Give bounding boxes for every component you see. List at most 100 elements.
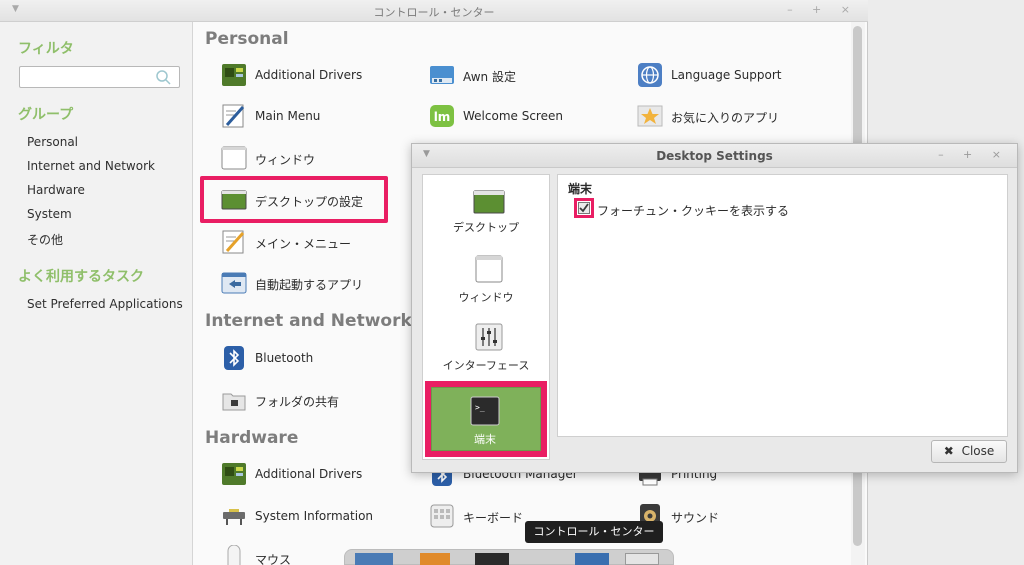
fortune-checkbox[interactable] [574,198,594,218]
filter-search-input[interactable] [19,66,180,88]
terminal-icon: >_ [470,396,500,426]
item-label: Bluetooth [255,351,314,365]
item-label: メイン・メニュー [255,237,352,251]
item-label: Awn 設定 [463,70,516,84]
item-autostart[interactable]: 自動起動するアプリ [221,270,401,298]
dock-app-icon[interactable] [475,553,509,565]
window-icon [221,146,247,170]
globe-icon [638,63,662,87]
section-personal: Personal [205,29,289,49]
item-folder-share[interactable]: フォルダの共有 [221,387,401,415]
item-window[interactable]: ウィンドウ [221,145,401,173]
dock-tooltip: コントロール・センター [525,521,663,543]
sidebar-item-other[interactable]: その他 [27,231,63,248]
svg-text:lm: lm [434,110,451,124]
search-icon [156,70,171,85]
sidebar-item-internet[interactable]: Internet and Network [27,159,155,173]
dock-app-icon[interactable] [625,553,659,565]
item-label: Main Menu [255,109,321,123]
dialog-item-desktop[interactable]: デスクトップ [423,175,549,241]
panel-heading: 端末 [568,182,593,196]
item-hw-additional-drivers[interactable]: Additional Drivers [221,461,401,489]
item-additional-drivers[interactable]: Additional Drivers [221,62,401,90]
item-welcome-screen[interactable]: lm Welcome Screen [429,103,609,131]
section-hardware: Hardware [205,428,299,448]
item-awn-settings[interactable]: Awn 設定 [429,62,609,90]
item-label: デスクトップの設定 [255,195,364,209]
mouse-icon [227,545,241,565]
svg-text:>_: >_ [475,403,485,412]
sidebar-item-personal[interactable]: Personal [27,135,78,149]
item-label: Additional Drivers [255,467,363,481]
group-heading: グループ [18,107,74,123]
item-bluetooth[interactable]: Bluetooth [221,345,401,373]
window-icon [475,255,503,283]
item-system-information[interactable]: System Information [221,503,401,531]
dialog-item-label: インターフェース [442,359,530,372]
dialog-item-window[interactable]: ウィンドウ [423,245,549,311]
dialog-item-terminal-selected[interactable]: >_ 端末 [425,381,547,457]
dialog-item-label: デスクトップ [453,221,519,234]
item-label: 自動起動するアプリ [255,278,364,292]
item-label: ウィンドウ [255,153,316,167]
item-label: Welcome Screen [463,109,563,123]
checkmark-icon [579,203,589,213]
item-label: サウンド [671,511,720,525]
desktop-icon [473,190,505,214]
bluetooth-icon [224,346,244,370]
item-label: Language Support [671,68,782,82]
dialog-terminal-panel: 端末 フォーチュン・クッキーを表示する [557,174,1008,437]
sliders-icon [475,323,503,351]
system-info-icon [223,509,245,525]
item-language-support[interactable]: Language Support [637,62,837,90]
autostart-icon [221,272,247,294]
window-titlebar: ▼ コントロール・センター – + × [0,0,868,22]
item-main-menu[interactable]: Main Menu [221,103,401,131]
task-set-preferred-apps[interactable]: Set Preferred Applications [27,297,183,311]
desktop-icon [221,190,247,210]
desktop-settings-dialog: ▼ Desktop Settings – + × デスクトップ ウィンドウ イン… [411,143,1018,473]
filter-heading: フィルタ [18,41,74,57]
section-internet: Internet and Network [205,311,412,331]
item-label: マウス [255,553,292,565]
folder-icon [222,393,246,411]
sidebar: フィルタ グループ Personal Internet and Network … [0,22,193,565]
dialog-item-label: 端末 [474,433,496,446]
item-favorite-apps[interactable]: お気に入りのアプリ [637,103,837,131]
dock-app-icon[interactable] [575,553,609,565]
window-controls[interactable]: – + × [787,3,858,16]
dialog-item-label: ウィンドウ [458,291,514,304]
dialog-sidebar: デスクトップ ウィンドウ インターフェース >_ 端末 [422,174,550,460]
fortune-checkbox-label[interactable]: フォーチュン・クッキーを表示する [597,202,789,219]
chip-icon [222,463,246,485]
dialog-title: Desktop Settings [656,149,773,163]
sidebar-item-hardware[interactable]: Hardware [27,183,85,197]
dock-app-icon[interactable] [420,553,450,565]
dialog-window-controls[interactable]: – + × [938,148,1009,161]
dialog-titlebar: ▼ Desktop Settings – + × [412,144,1017,168]
menu-editor-icon [222,230,245,254]
close-button[interactable]: ✖ Close [931,440,1007,463]
item-desktop-settings[interactable]: デスクトップの設定 [221,187,381,215]
menu-editor-icon [222,104,245,128]
mint-logo-icon: lm [430,105,454,127]
item-label: キーボード [463,511,524,525]
item-label: お気に入りのアプリ [671,111,780,125]
checkbox-box [578,202,590,214]
chip-icon [222,64,246,86]
window-title: コントロール・センター [373,6,495,19]
item-sound[interactable]: サウンド [637,503,837,531]
dock-icon [430,66,454,84]
dock-app-icon[interactable] [355,553,393,565]
bottom-dock [344,549,674,565]
close-icon: ✖ [943,444,954,458]
item-label: Additional Drivers [255,68,363,82]
star-icon [637,105,663,127]
sidebar-item-system[interactable]: System [27,207,72,221]
close-button-label: Close [961,444,995,458]
tasks-heading: よく利用するタスク [18,269,144,285]
keyboard-icon [430,504,454,528]
item-main-menu-jp[interactable]: メイン・メニュー [221,229,401,257]
item-label: フォルダの共有 [255,395,340,409]
dialog-item-interface[interactable]: インターフェース [423,313,549,379]
